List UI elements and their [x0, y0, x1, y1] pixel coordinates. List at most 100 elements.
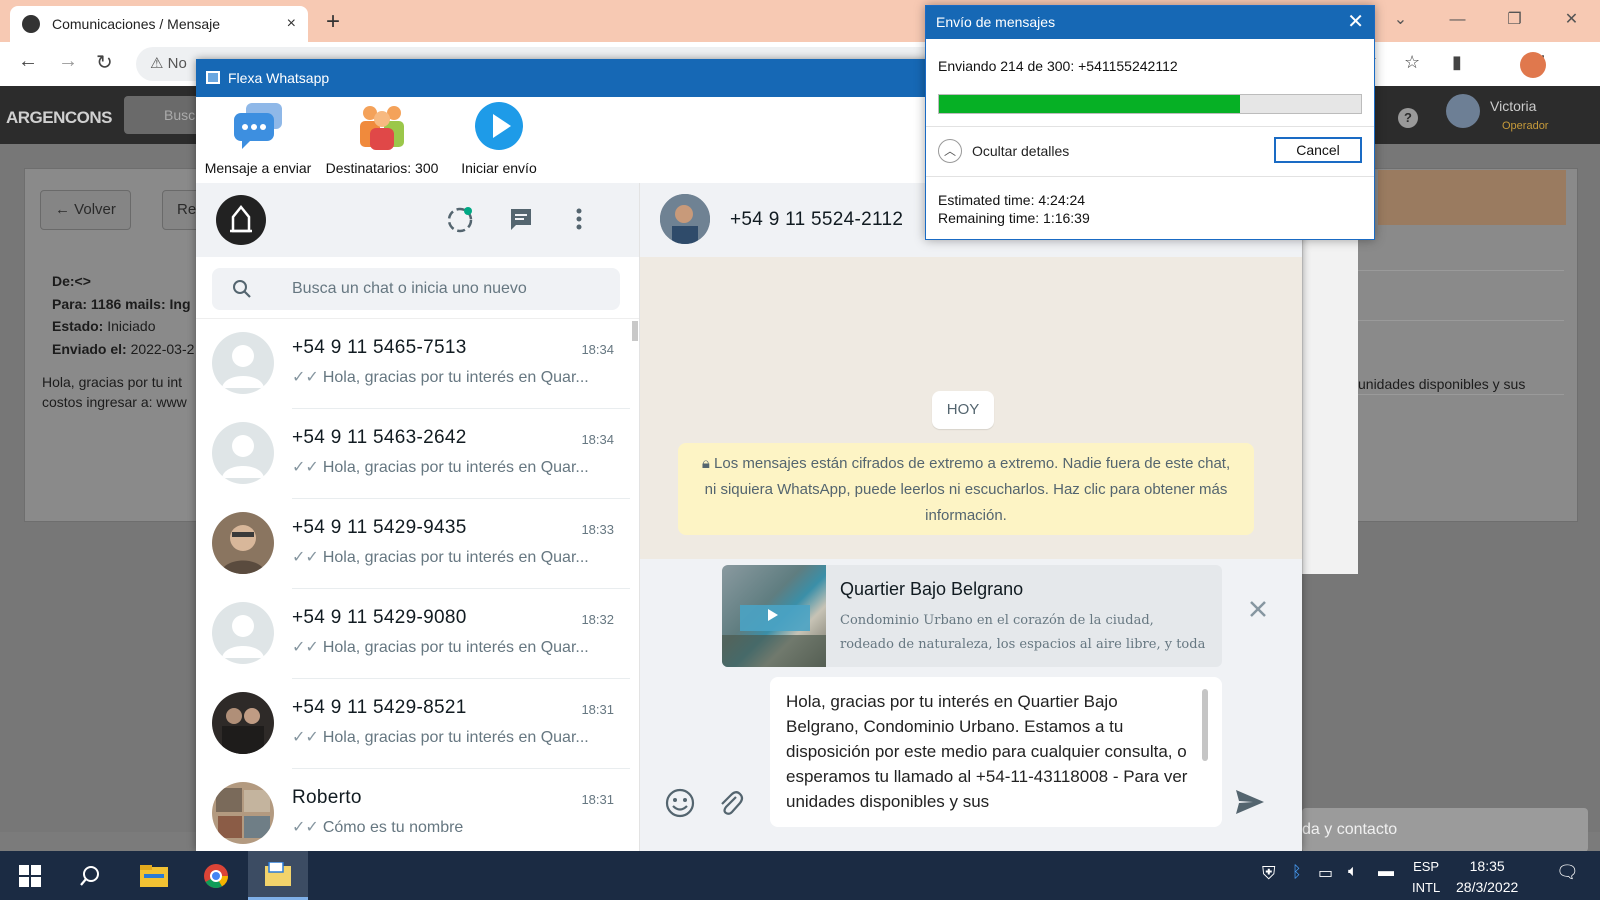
address-text: No: [167, 55, 187, 72]
folder-icon: [140, 864, 168, 887]
notifications-icon[interactable]: 🗨︎: [1556, 862, 1579, 900]
link-preview[interactable]: Quartier Bajo Belgrano Condominio Urbano…: [722, 565, 1222, 667]
chat-name: +54 9 11 5463-2642: [292, 427, 467, 448]
send-icon[interactable]: [1234, 787, 1266, 817]
chat-list-item[interactable]: +54 9 11 5465-7513 18:34 ✓✓ Hola, gracias…: [196, 319, 640, 409]
file-explorer-button[interactable]: [124, 851, 184, 900]
bluetooth-icon[interactable]: ᛒ: [1292, 864, 1302, 900]
time-estimates: Estimated time: 4:24:24 Remaining time: …: [938, 191, 1090, 227]
windows-taskbar: ⛨ ᛒ ▭ 🔈︎ ▬ ESP INTL 18:35 28/3/2022 🗨︎: [0, 851, 1600, 900]
reload-icon[interactable]: ↻: [96, 50, 113, 75]
chat-bubbles-icon: [234, 103, 282, 149]
contact-avatar[interactable]: [660, 194, 710, 244]
menu-dots-icon[interactable]: [574, 206, 584, 232]
restore-button[interactable]: ❐: [1486, 0, 1543, 42]
input-language[interactable]: ESP INTL: [1412, 856, 1440, 898]
dialog-title: Envío de mensajes: [936, 14, 1056, 30]
battery-icon[interactable]: ▬: [1378, 863, 1394, 900]
lock-icon: 🔒︎: [701, 455, 715, 472]
app-icon: [206, 71, 220, 84]
contact-photo: [212, 692, 274, 754]
network-icon[interactable]: ▭: [1318, 863, 1333, 900]
chat-preview-text: Hola, gracias por tu interés en Quar...: [322, 369, 589, 386]
sending-status: Enviando 214 de 300: +541155242112: [938, 58, 1178, 74]
chat-time: 18:33: [581, 522, 614, 537]
toggle-details-link[interactable]: Ocultar detalles: [972, 143, 1069, 159]
chrome-button[interactable]: [186, 851, 246, 900]
chat-search-input[interactable]: Busca un chat o inicia uno nuevo: [212, 268, 620, 310]
shield-icon[interactable]: ⛨: [1262, 863, 1276, 900]
webapp-search-input[interactable]: Busc: [124, 96, 204, 134]
user-avatar[interactable]: [1446, 94, 1480, 128]
clock-time: 18:35: [1469, 858, 1505, 874]
chat-list-item[interactable]: +54 9 11 5463-2642 18:34 ✓✓ Hola, gracias…: [196, 409, 640, 499]
volume-icon[interactable]: 🔈︎: [1348, 863, 1358, 900]
close-preview-icon[interactable]: [1248, 599, 1268, 619]
chat-list-item[interactable]: +54 9 11 5429-8521 18:31 ✓✓ Hola, gracias…: [196, 679, 640, 769]
chevron-down-icon[interactable]: ⌄: [1372, 0, 1429, 42]
chat-preview: ✓✓ Hola, gracias por tu interés en Quar..…: [292, 457, 612, 477]
chat-name: +54 9 11 5429-8521: [292, 697, 467, 718]
chat-list-scrollbar[interactable]: [632, 321, 638, 341]
state-value: Iniciado: [107, 318, 156, 334]
start-button[interactable]: [0, 851, 60, 900]
user-name[interactable]: Victoria: [1490, 98, 1536, 114]
chat-name: Roberto: [292, 787, 362, 808]
cancel-button[interactable]: Cancel: [1274, 137, 1362, 163]
message-input[interactable]: Hola, gracias por tu interés en Quartier…: [770, 677, 1222, 827]
dialog-close-button[interactable]: ✕: [1347, 6, 1364, 39]
minimize-button[interactable]: —: [1429, 0, 1486, 42]
back-arrow-icon[interactable]: ←: [18, 50, 38, 73]
chat-name: +54 9 11 5429-9080: [292, 607, 467, 628]
tab-close-button[interactable]: ×: [287, 15, 296, 33]
search-button[interactable]: [60, 851, 120, 900]
search-icon: [80, 865, 99, 886]
chat-list-item[interactable]: Roberto 18:31 ✓✓ Cómo es tu nombre: [196, 769, 640, 851]
play-icon: [475, 102, 523, 150]
message-to-send-button[interactable]: Mensaje a enviar: [202, 101, 314, 176]
brand-logo: ARGENCONS: [6, 108, 113, 127]
sent-label: Enviado el:: [52, 340, 127, 357]
link-preview-thumbnail: [722, 565, 826, 667]
back-button[interactable]: ← Volver: [40, 190, 131, 230]
back-button-label: Volver: [74, 201, 116, 218]
system-clock[interactable]: 18:35 28/3/2022: [1456, 856, 1518, 898]
double-check-icon: ✓✓: [292, 369, 319, 386]
new-tab-button[interactable]: +: [326, 8, 340, 36]
chat-preview-text: Hola, gracias por tu interés en Quar...: [322, 729, 589, 746]
chat-list-item[interactable]: +54 9 11 5429-9435 18:33 ✓✓ Hola, gracias…: [196, 499, 640, 589]
my-avatar[interactable]: [216, 195, 266, 245]
paperclip-icon[interactable]: [716, 787, 744, 819]
profile-avatar[interactable]: [1520, 52, 1546, 78]
chat-preview: ✓✓ Hola, gracias por tu interés en Quar..…: [292, 547, 612, 567]
flexa-taskbar-button[interactable]: [248, 851, 308, 900]
encryption-notice[interactable]: 🔒︎ Los mensajes están cifrados de extrem…: [678, 443, 1254, 535]
browser-tab[interactable]: Comunicaciones / Mensaje ×: [10, 6, 308, 42]
help-icon[interactable]: ?: [1398, 108, 1418, 128]
to-label: Para: 1186 mails: Ing: [52, 295, 191, 312]
forward-arrow-icon[interactable]: →: [58, 50, 78, 73]
emoji-icon[interactable]: [664, 787, 696, 819]
chat-preview: ✓✓ Hola, gracias por tu interés en Quar..…: [292, 367, 612, 387]
chat-name: +54 9 11 5429-9435: [292, 517, 467, 538]
people-group-icon: [360, 106, 404, 150]
browser-window-controls: ⌄ — ❐ ✕: [1372, 0, 1600, 42]
divider: [1346, 270, 1564, 271]
chevron-up-icon[interactable]: ︿: [938, 139, 962, 163]
chat-list-item[interactable]: +54 9 11 5429-9080 18:32 ✓✓ Hola, gracias…: [196, 589, 640, 679]
close-window-button[interactable]: ✕: [1543, 0, 1600, 42]
message-input-scrollbar[interactable]: [1202, 689, 1208, 761]
star-icon[interactable]: ☆: [1404, 52, 1420, 73]
contact-input[interactable]: da y contacto: [1302, 808, 1588, 852]
chat-name: +54 9 11 5465-7513: [292, 337, 467, 358]
recipients-button[interactable]: Destinatarios: 300: [320, 101, 444, 176]
start-sending-button[interactable]: Iniciar envío: [454, 101, 544, 176]
status-icon[interactable]: [446, 206, 474, 234]
sidebar-icon[interactable]: ▮: [1452, 52, 1462, 73]
new-chat-icon[interactable]: [508, 206, 534, 232]
message-body-text: Hola, gracias por tu int costos ingresar…: [42, 374, 187, 410]
lang-top: ESP: [1413, 859, 1440, 874]
chat-time: 18:34: [581, 342, 614, 357]
contact-photo: [212, 782, 274, 844]
default-avatar-icon: [212, 422, 274, 484]
